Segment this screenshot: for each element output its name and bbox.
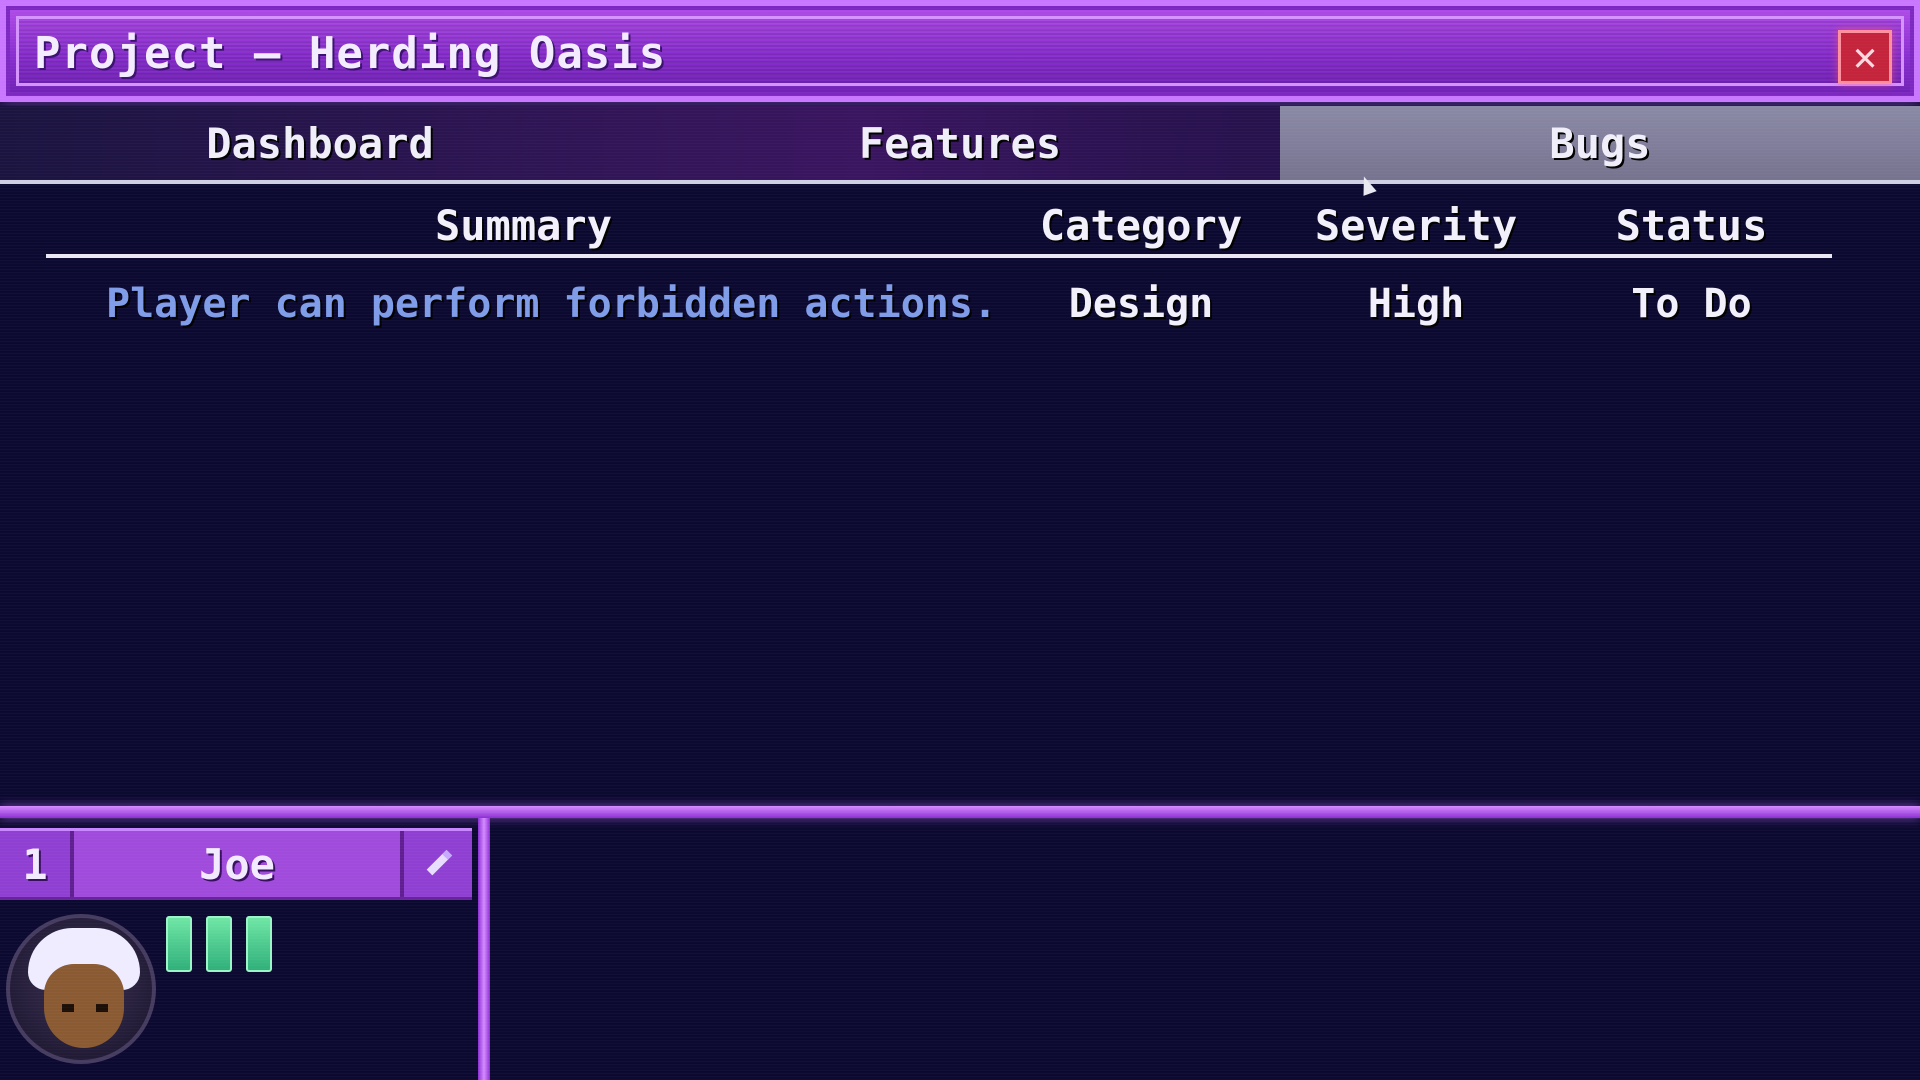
header-severity[interactable]: Severity [1281,201,1551,250]
close-icon: ✕ [1852,34,1878,80]
bugs-table: Summary Category Severity Status Player … [46,196,1832,350]
header-category[interactable]: Category [1001,201,1281,250]
row-severity: High [1367,281,1465,327]
member-number: 1 [0,831,74,897]
energy-bar [166,916,192,972]
tab-dashboard[interactable]: Dashboard [0,106,640,180]
team-member-row[interactable]: 1 Joe [0,828,472,900]
close-button[interactable]: ✕ [1838,30,1892,84]
window-title-bar: Project — Herding Oasis ✕ [0,0,1920,102]
pencil-icon-svg [426,849,453,876]
avatar-face [44,964,124,1048]
header-status[interactable]: Status [1551,201,1832,250]
member-avatar[interactable] [6,914,156,1064]
row-status: To Do [1631,281,1752,327]
avatar-eye-left [62,1004,74,1012]
tab-features[interactable]: Features [640,106,1280,180]
header-summary[interactable]: Summary [46,201,1001,250]
game-screen: Project — Herding Oasis ✕ Dashboard Feat… [0,0,1920,1080]
row-category: Design [1068,281,1214,327]
tab-bugs[interactable]: Bugs [1280,106,1920,180]
tab-bar: Dashboard Features Bugs [0,106,1920,184]
member-name: Joe [74,831,400,897]
energy-bar [246,916,272,972]
table-header: Summary Category Severity Status [46,196,1832,258]
bottom-panel-divider [478,818,490,1080]
row-summary[interactable]: Player can perform forbidden actions. [46,281,1001,327]
table-row[interactable]: Player can perform forbidden actions. De… [46,258,1832,350]
bottom-panel-border [0,806,1920,818]
pencil-icon[interactable] [400,831,472,897]
energy-bar [206,916,232,972]
avatar-eye-right [96,1004,108,1012]
window-title: Project — Herding Oasis [34,28,667,79]
